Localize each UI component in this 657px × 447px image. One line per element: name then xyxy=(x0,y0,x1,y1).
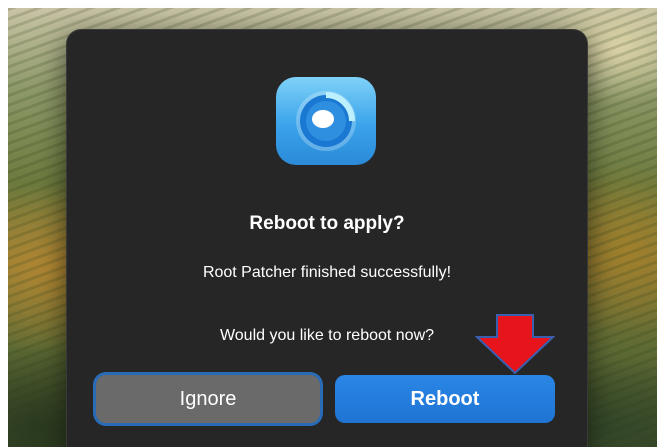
app-icon-graphic xyxy=(296,91,356,151)
screen: Reboot to apply? Root Patcher finished s… xyxy=(0,0,657,447)
dialog-message-success: Root Patcher finished successfully! xyxy=(202,264,452,281)
reboot-button[interactable]: Reboot xyxy=(335,375,555,423)
reboot-dialog: Reboot to apply? Root Patcher finished s… xyxy=(67,30,587,447)
opencore-patcher-icon xyxy=(276,77,376,165)
dialog-title: Reboot to apply? xyxy=(249,213,405,234)
ignore-button[interactable]: Ignore xyxy=(96,375,320,423)
red-down-arrow-icon xyxy=(475,314,555,375)
